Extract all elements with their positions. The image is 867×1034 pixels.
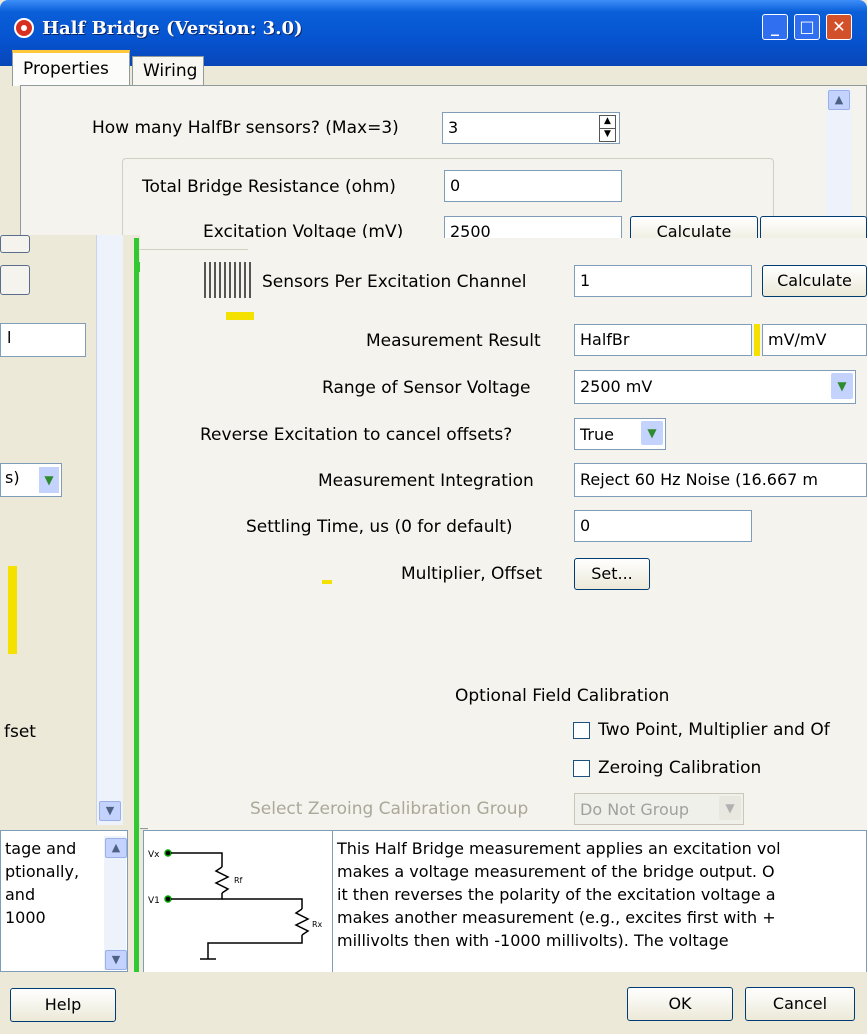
window-title: Half Bridge (Version: 3.0) <box>42 18 303 39</box>
back-window-combo[interactable]: s) ▼ <box>0 463 62 497</box>
zeroing-group-select: Do Not Group ▼ <box>574 793 744 825</box>
settling-time-label: Settling Time, us (0 for default) <box>246 517 513 537</box>
integration-select[interactable]: Reject 60 Hz Noise (16.667 m <box>574 463 867 497</box>
range-value: 2500 mV <box>580 377 653 396</box>
help-button[interactable]: Help <box>10 988 116 1022</box>
back-window-input[interactable]: l <box>0 323 86 357</box>
chevron-down-icon[interactable]: ▼ <box>39 467 59 493</box>
measurement-units-input[interactable]: mV/mV <box>762 324 867 356</box>
glitch-stripes <box>204 262 252 298</box>
cancel-button[interactable]: Cancel <box>745 987 855 1021</box>
range-select[interactable]: 2500 mV ▼ <box>574 370 856 404</box>
back-window-offset-label: fset <box>4 722 36 742</box>
chevron-down-icon[interactable]: ▼ <box>831 373 853 399</box>
back-window-combo-value: s) <box>5 468 20 487</box>
rx-label: Rx <box>312 920 323 929</box>
zeroing-group-label: Select Zeroing Calibration Group <box>250 799 529 819</box>
close-icon: ✕ <box>832 17 846 36</box>
v1-label: V1 <box>148 896 160 906</box>
back-desc-line-2: ptionally, <box>5 862 80 881</box>
chevron-down-icon: ▼ <box>719 796 741 820</box>
tab-properties[interactable]: Properties <box>12 50 130 86</box>
set-button[interactable]: Set... <box>574 558 650 590</box>
back-window-button-2[interactable] <box>0 265 30 295</box>
scroll-up-icon[interactable]: ▲ <box>105 838 127 858</box>
calculate-sensors-button[interactable]: Calculate <box>762 265 867 297</box>
scroll-down-icon[interactable]: ▼ <box>105 950 127 970</box>
num-sensors-input[interactable]: 3 <box>442 112 620 144</box>
close-button[interactable]: ✕ <box>826 14 852 40</box>
sensors-per-channel-input[interactable]: 1 <box>574 265 752 297</box>
back-desc-line-1: tage and <box>5 839 77 858</box>
bridge-schematic-icon: Vx V1 Rf Rx <box>148 849 323 960</box>
range-label: Range of Sensor Voltage <box>322 378 531 398</box>
num-sensors-spinner[interactable]: ▲ ▼ <box>597 114 617 142</box>
vx-label: Vx <box>148 850 160 860</box>
divider-line <box>136 262 140 272</box>
artifact-mark <box>322 580 332 584</box>
app-icon <box>14 18 34 38</box>
measurement-result-label: Measurement Result <box>366 331 541 351</box>
integration-label: Measurement Integration <box>318 471 534 491</box>
maximize-button[interactable]: □ <box>794 14 820 40</box>
tab-wiring[interactable]: Wiring <box>132 56 204 86</box>
reverse-excitation-select[interactable]: True ▼ <box>574 418 666 450</box>
integration-value: Reject 60 Hz Noise (16.667 m <box>580 470 819 489</box>
artifact-mark <box>226 312 254 320</box>
ok-button[interactable]: OK <box>627 987 733 1021</box>
divider-line <box>134 238 139 1034</box>
minimize-icon: _ <box>771 17 779 36</box>
back-desc-line-4: 1000 <box>5 908 46 927</box>
artifact-mark <box>8 566 17 654</box>
measurement-result-input[interactable]: HalfBr <box>574 324 752 356</box>
minimize-button[interactable]: _ <box>762 14 788 40</box>
total-resistance-label: Total Bridge Resistance (ohm) <box>142 177 396 197</box>
calibration-heading: Optional Field Calibration <box>455 686 670 706</box>
settling-time-input[interactable]: 0 <box>574 510 752 542</box>
back-window-scrollbar[interactable]: ▼ <box>96 235 123 825</box>
reverse-excitation-value: True <box>580 425 614 444</box>
multiplier-offset-label: Multiplier, Offset <box>401 564 543 584</box>
zeroing-checkbox[interactable] <box>573 760 590 777</box>
zeroing-group-value: Do Not Group <box>580 800 690 819</box>
sensors-per-channel-label: Sensors Per Excitation Channel <box>262 272 527 292</box>
wiring-diagram: Vx V1 Rf Rx <box>143 830 333 976</box>
total-resistance-input[interactable]: 0 <box>444 170 622 202</box>
back-desc-scrollbar[interactable]: ▲ ▼ <box>104 836 127 970</box>
scroll-up-icon[interactable]: ▲ <box>828 90 850 110</box>
reverse-excitation-label: Reverse Excitation to cancel offsets? <box>200 425 513 445</box>
spin-down-icon[interactable]: ▼ <box>599 128 616 142</box>
two-point-checkbox[interactable] <box>573 722 590 739</box>
chevron-down-icon[interactable]: ▼ <box>641 421 663 445</box>
two-point-label: Two Point, Multiplier and Of <box>598 720 830 740</box>
num-sensors-label: How many HalfBr sensors? (Max=3) <box>92 118 399 138</box>
spin-up-icon[interactable]: ▲ <box>599 115 616 129</box>
maximize-icon: □ <box>799 17 815 36</box>
artifact-mark <box>754 324 760 356</box>
button-bar <box>0 972 867 1034</box>
zeroing-label: Zeroing Calibration <box>598 758 762 778</box>
title-bar[interactable]: Half Bridge (Version: 3.0) _ □ ✕ <box>0 0 867 66</box>
description-text: This Half Bridge measurement applies an … <box>332 830 867 976</box>
back-window-button[interactable] <box>0 235 30 253</box>
scroll-down-icon[interactable]: ▼ <box>99 801 121 821</box>
rf-label: Rf <box>234 876 243 885</box>
back-desc-line-3: and <box>5 885 36 904</box>
